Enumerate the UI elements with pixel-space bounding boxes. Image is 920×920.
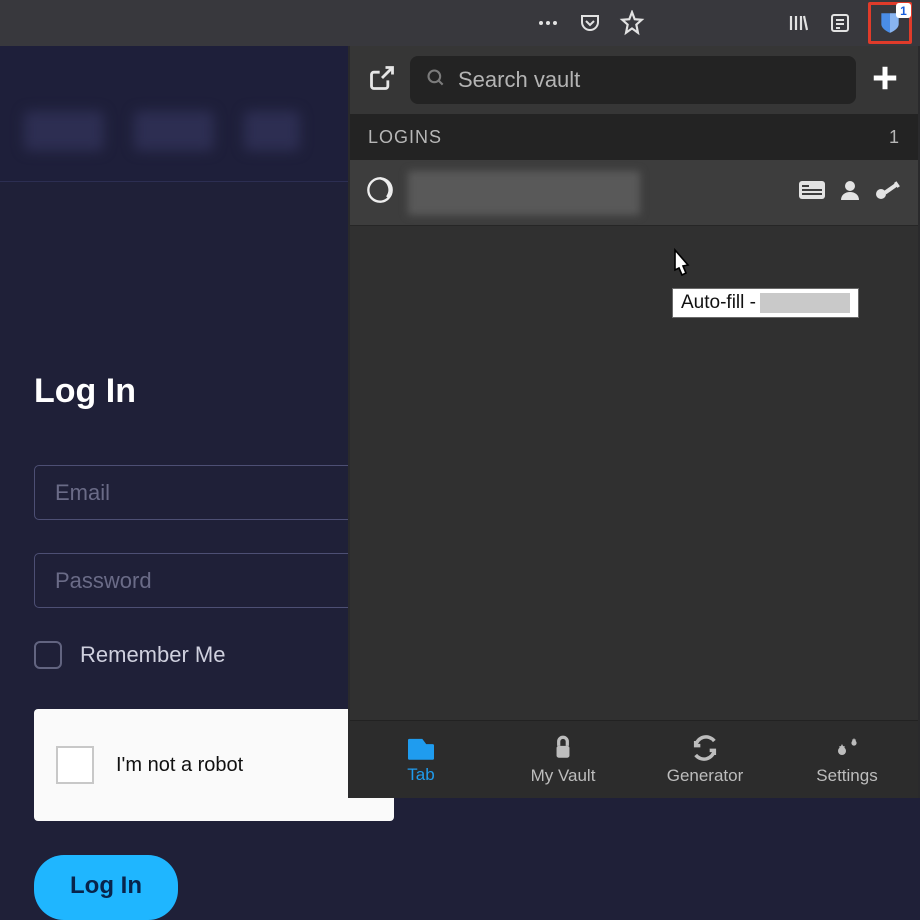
- login-entry[interactable]: [350, 160, 918, 226]
- more-icon[interactable]: [534, 9, 562, 37]
- tab-generator[interactable]: Generator: [634, 721, 776, 798]
- view-item-icon[interactable]: [798, 178, 826, 207]
- pocket-icon[interactable]: [576, 9, 604, 37]
- star-icon[interactable]: [618, 9, 646, 37]
- tooltip-text: Auto-fill -: [681, 292, 756, 314]
- remember-me-checkbox[interactable]: [34, 641, 62, 669]
- autofill-tooltip: Auto-fill -: [672, 288, 859, 318]
- search-icon: [426, 68, 446, 93]
- tab-my-vault-label: My Vault: [531, 766, 596, 786]
- reader-icon[interactable]: [826, 9, 854, 37]
- logins-section-title: LOGINS: [368, 127, 442, 148]
- bitwarden-popup: Search vault LOGINS 1 Auto-fil: [348, 46, 920, 798]
- tab-tab-label: Tab: [407, 765, 434, 785]
- bitwarden-extension-button[interactable]: 1: [868, 2, 912, 44]
- tab-my-vault[interactable]: My Vault: [492, 721, 634, 798]
- recaptcha[interactable]: I'm not a robot: [34, 709, 394, 821]
- login-button[interactable]: Log In: [34, 855, 178, 920]
- recaptcha-label: I'm not a robot: [116, 754, 243, 777]
- logins-section-header: LOGINS 1: [350, 114, 918, 160]
- add-item-button[interactable]: [870, 63, 900, 98]
- tab-settings-label: Settings: [816, 766, 877, 786]
- key-icon[interactable]: [874, 178, 902, 207]
- globe-icon: [366, 176, 394, 209]
- search-input[interactable]: Search vault: [410, 56, 856, 104]
- tab-tab[interactable]: Tab: [350, 721, 492, 798]
- password-placeholder: Password: [55, 568, 152, 594]
- recaptcha-checkbox[interactable]: [56, 746, 94, 784]
- mouse-cursor: [666, 248, 696, 287]
- logins-section-count: 1: [889, 127, 900, 148]
- extension-badge: 1: [896, 3, 911, 18]
- browser-toolbar: 1: [0, 0, 920, 46]
- email-placeholder: Email: [55, 480, 110, 506]
- popout-icon[interactable]: [368, 64, 396, 97]
- user-icon[interactable]: [838, 178, 862, 207]
- remember-me-label: Remember Me: [80, 642, 225, 668]
- popup-tabbar: Tab My Vault Generator Settings: [350, 720, 918, 798]
- popup-header: Search vault: [350, 46, 918, 114]
- tab-generator-label: Generator: [667, 766, 744, 786]
- login-entry-name: [408, 171, 640, 215]
- tab-settings[interactable]: Settings: [776, 721, 918, 798]
- library-icon[interactable]: [784, 9, 812, 37]
- tooltip-site-redacted: [760, 293, 850, 313]
- search-placeholder: Search vault: [458, 67, 580, 93]
